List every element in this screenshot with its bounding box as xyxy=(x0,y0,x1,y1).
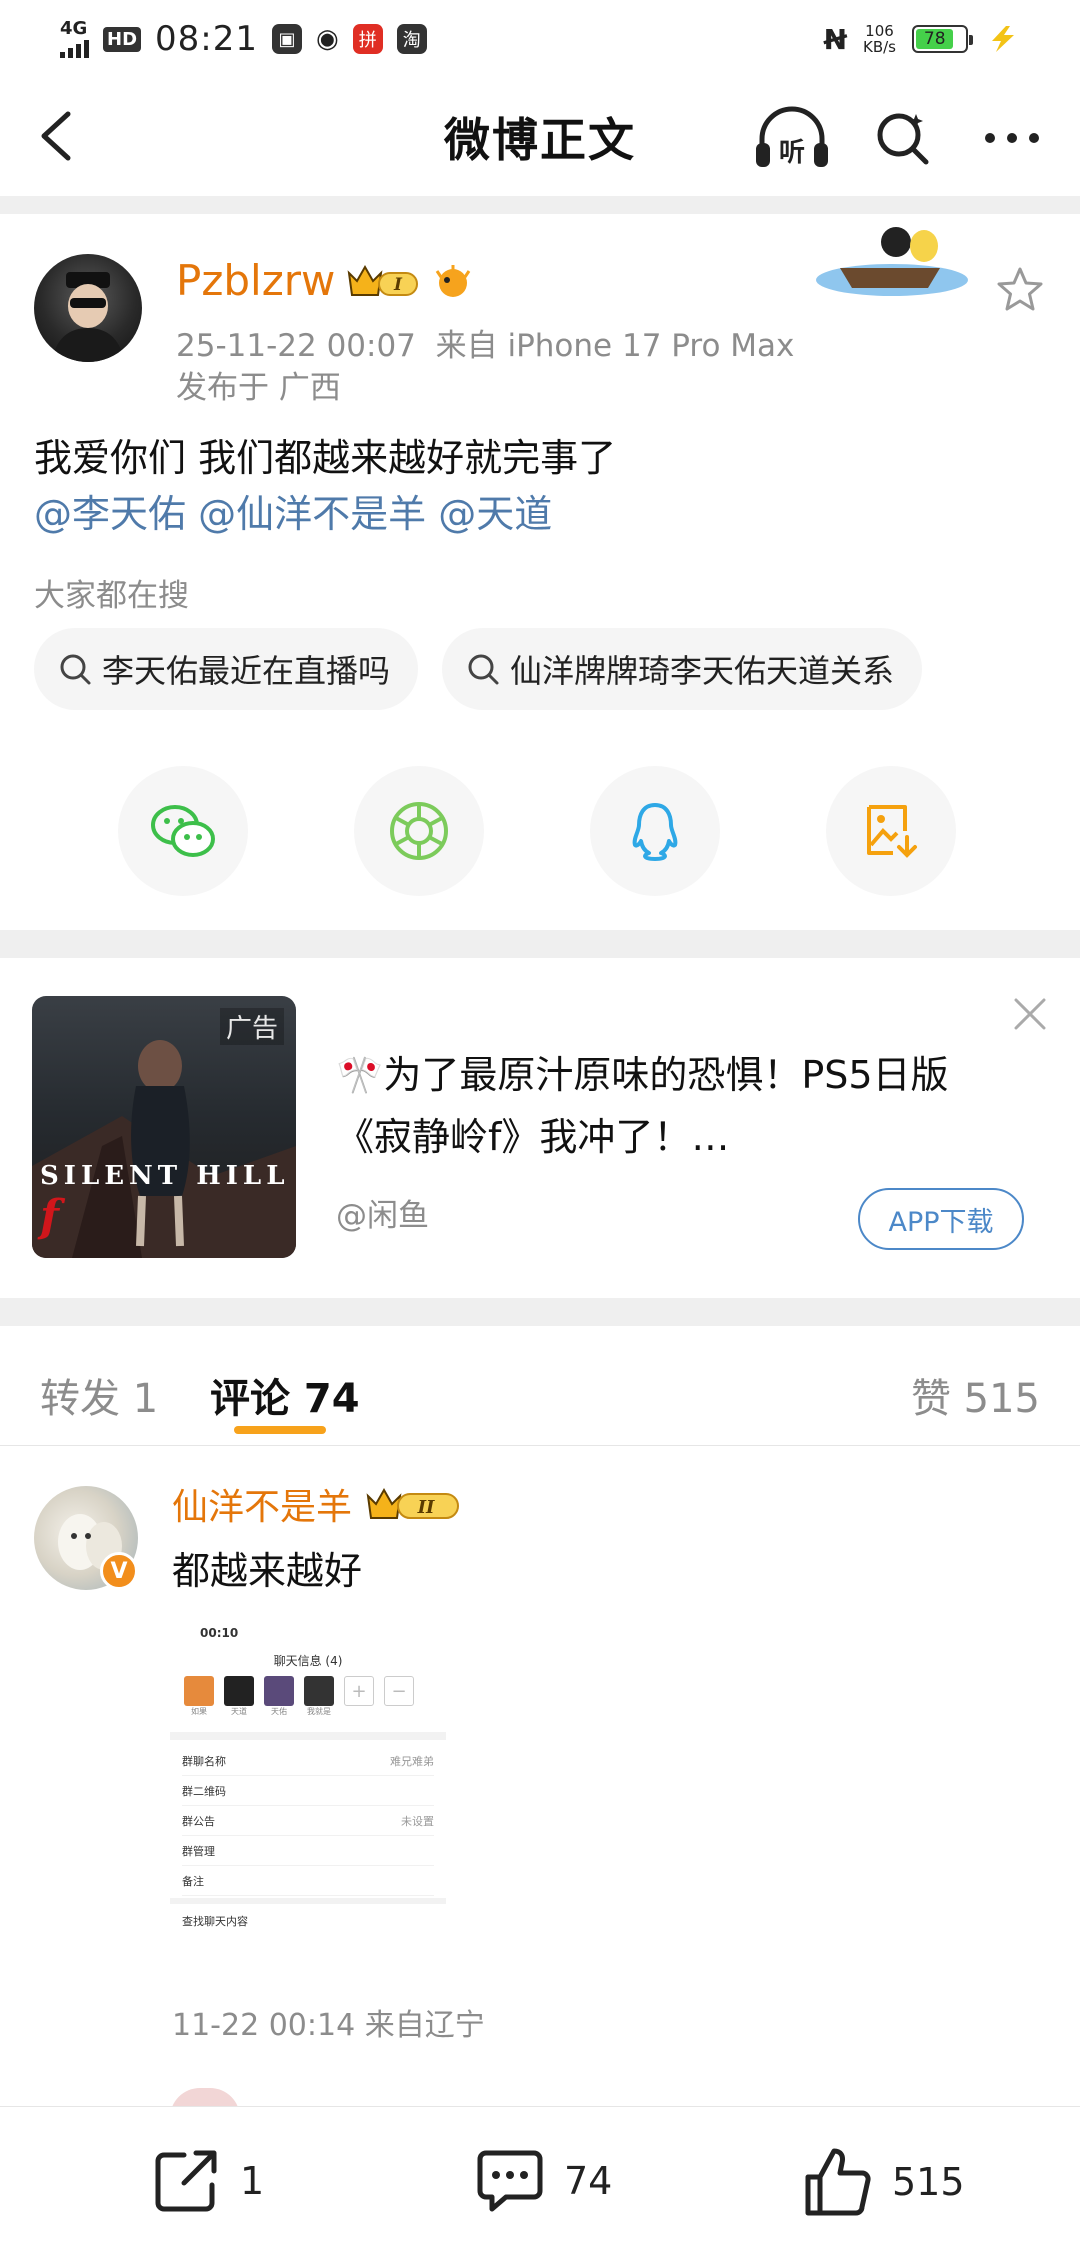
nfc-icon: Ꞥ xyxy=(823,22,847,56)
author-avatar[interactable] xyxy=(34,254,142,362)
app-download-button[interactable]: APP下载 xyxy=(858,1188,1024,1250)
post-card: Pzblzrw I 25-11-22 00:07 来自 iPhone 17 Pr… xyxy=(0,214,1080,930)
post-time-source: 25-11-22 00:07 来自 iPhone 17 Pro Max xyxy=(176,328,795,364)
mention-link[interactable]: @天道 xyxy=(438,492,552,536)
comment-button[interactable]: 74 xyxy=(474,2145,612,2217)
save-image-button[interactable] xyxy=(826,766,956,896)
ad-image[interactable]: 广告 SILENT HILL f xyxy=(32,996,296,1258)
search-chip[interactable]: 李天佑最近在直播吗 xyxy=(34,628,419,710)
author-name[interactable]: Pzblzrw xyxy=(176,256,335,305)
wechat-icon xyxy=(151,805,215,857)
verified-badge: V xyxy=(100,1552,138,1590)
post-location: 发布于 广西 xyxy=(176,370,341,406)
clock: 08:21 xyxy=(155,19,258,59)
screenshot-row: 群聊名称 难兄难弟 xyxy=(182,1746,434,1776)
screenshot-row: 群二维码 xyxy=(182,1776,434,1806)
comment-item: V 仙洋不是羊 II 都越来越好 00:10 聊天信息 (4) 如果 天道 天佑… xyxy=(0,1448,1080,2118)
screenshot-members: 如果 天道 天佑 我就是 + − xyxy=(184,1676,414,1717)
comment-text: 都越来越好 xyxy=(172,1549,363,1593)
divider xyxy=(0,196,1080,214)
pufferfish-emblem-icon xyxy=(436,264,471,297)
screenshot-title: 聊天信息 (4) xyxy=(273,1654,343,1668)
screenshot-time: 00:10 xyxy=(200,1626,239,1640)
comment-icon xyxy=(477,2150,543,2212)
share-wechat-button[interactable] xyxy=(118,766,248,896)
ad-game-logo: SILENT HILL f xyxy=(40,1161,290,1242)
save-image-icon xyxy=(867,805,917,858)
tab-likes[interactable]: 赞 515 xyxy=(911,1366,1040,1424)
more-dots-icon xyxy=(985,133,1039,143)
network-indicator: 4G xyxy=(60,20,89,58)
navigation-bar: 微博正文 听 xyxy=(0,78,1080,196)
status-bar: 4G HD 08:21 ▣ ◉ 拼 淘 Ꞥ 106 KB/s 78 xyxy=(0,0,1080,78)
signal-icon xyxy=(60,38,89,58)
ad-source[interactable]: @闲鱼 xyxy=(336,1190,429,1235)
battery-icon: 78 xyxy=(912,25,973,53)
charging-icon xyxy=(992,26,1014,52)
comment-time-location: 11-22 00:14 来自辽宁 xyxy=(172,2008,485,2043)
divider xyxy=(0,930,1080,958)
back-arrow-icon[interactable] xyxy=(30,106,90,166)
screenshot-row: 群管理 xyxy=(182,1836,434,1866)
weibo-notification-icon: ◉ xyxy=(316,24,339,54)
vip-crown-badge-icon[interactable]: II xyxy=(364,1484,464,1524)
pinduoduo-notification-icon: 拼 xyxy=(352,24,383,54)
search-icon xyxy=(60,654,91,685)
search-chip-label: 李天佑最近在直播吗 xyxy=(102,652,391,690)
tab-comments[interactable]: 评论 74 xyxy=(210,1366,360,1424)
mention-link[interactable]: @李天佑 xyxy=(34,492,186,536)
avatar-figure-icon xyxy=(52,272,124,362)
comment-count: 74 xyxy=(564,2159,613,2203)
notification-app-icon: ▣ xyxy=(272,24,302,54)
headphones-icon: 听 xyxy=(756,106,828,168)
search-button[interactable] xyxy=(862,100,942,176)
page-title: 微博正文 xyxy=(444,113,636,167)
screenshot-row: 查找聊天内容 xyxy=(182,1915,248,1928)
favorite-star-icon[interactable] xyxy=(994,264,1046,316)
boat-decoration-icon xyxy=(816,227,968,296)
repost-icon xyxy=(155,2150,217,2212)
qq-icon xyxy=(632,803,678,861)
bottom-action-bar: 1 74 515 xyxy=(0,2106,1080,2256)
moments-icon xyxy=(390,802,448,860)
close-icon[interactable] xyxy=(1010,994,1050,1034)
share-qq-button[interactable] xyxy=(590,766,720,896)
vip-crown-badge-icon[interactable]: I xyxy=(345,261,421,301)
active-tab-indicator xyxy=(234,1426,326,1434)
taobao-notification-icon: 淘 xyxy=(396,24,427,54)
more-button[interactable] xyxy=(972,100,1052,176)
screenshot-row: 群公告 未设置 xyxy=(182,1806,434,1836)
like-button[interactable]: 515 xyxy=(800,2145,965,2219)
commenter-name[interactable]: 仙洋不是羊 xyxy=(172,1478,352,1530)
tab-reposts[interactable]: 转发 1 xyxy=(40,1366,158,1424)
hd-icon: HD xyxy=(103,26,142,52)
ad-tag: 广告 xyxy=(219,1008,284,1045)
svg-text:I: I xyxy=(393,275,403,295)
post-content: 我爱你们 我们都越来越好就完事了 @李天佑 @仙洋不是羊 @天道 xyxy=(34,436,617,536)
interaction-tabs: 转发 1 评论 74 赞 515 xyxy=(0,1326,1080,1446)
search-icon xyxy=(468,654,499,685)
screenshot-row: 备注 xyxy=(182,1866,434,1896)
repost-button[interactable]: 1 xyxy=(150,2145,264,2217)
svg-text:听: 听 xyxy=(779,138,805,168)
search-icon xyxy=(877,113,929,165)
comment-image[interactable]: 00:10 聊天信息 (4) 如果 天道 天佑 我就是 + − 群聊名称 难兄难弟… xyxy=(170,1618,446,1938)
share-moments-button[interactable] xyxy=(354,766,484,896)
divider xyxy=(0,1298,1080,1326)
search-chip-label: 仙洋牌牌琦李天佑天道关系 xyxy=(510,652,895,690)
svg-text:II: II xyxy=(417,1497,435,1518)
like-count: 515 xyxy=(892,2160,965,2204)
repost-count: 1 xyxy=(240,2159,265,2203)
flags-emoji-icon: 🎌 xyxy=(336,1053,384,1097)
trending-search-title: 大家都在搜 xyxy=(34,578,189,614)
mention-link[interactable]: @仙洋不是羊 xyxy=(198,492,426,536)
network-speed: 106 KB/s xyxy=(863,22,896,56)
advertisement-card[interactable]: 广告 SILENT HILL f 🎌为了最原汁原味的恐惧！PS5日版 《寂静岭f… xyxy=(0,958,1080,1258)
listen-button[interactable]: 听 xyxy=(752,100,832,176)
ad-headline[interactable]: 🎌为了最原汁原味的恐惧！PS5日版 《寂静岭f》我冲了！… xyxy=(336,1044,1036,1168)
thumbs-up-icon xyxy=(805,2148,871,2216)
search-chip[interactable]: 仙洋牌牌琦李天佑天道关系 xyxy=(442,628,923,710)
